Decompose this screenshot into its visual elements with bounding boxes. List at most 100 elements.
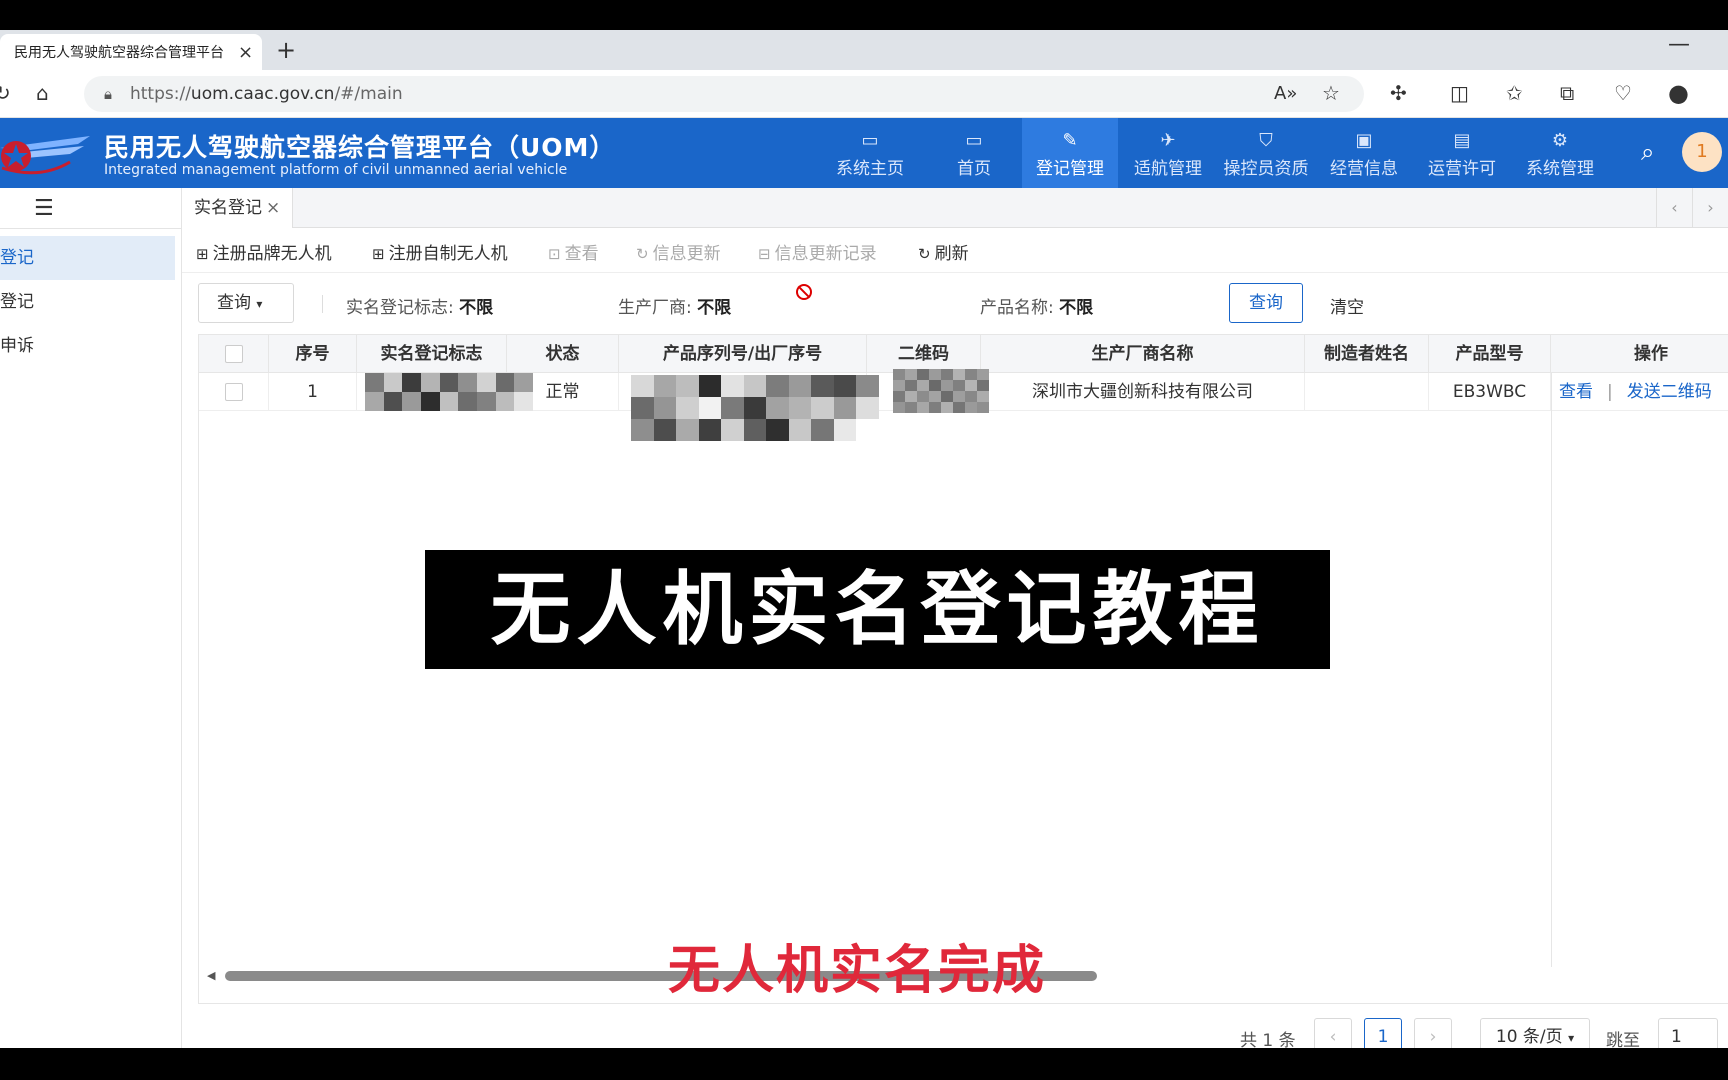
new-tab-icon[interactable]: +: [276, 36, 296, 64]
tab-real-name-registration[interactable]: 实名登记 ×: [182, 188, 294, 228]
sidebar-item-registration[interactable]: 登记: [0, 280, 175, 324]
pagination: 共 1 条 ‹ 1 › 10 条/页 ▾ 跳至 1: [182, 1012, 1728, 1048]
app-viewport: 民用无人驾驶航空器综合管理平台 × + — ↻ ⌂ 🔒︎ https://uom…: [0, 30, 1728, 1048]
scroll-left-icon[interactable]: ◀: [207, 969, 215, 982]
nav-home[interactable]: ▭ 首页: [926, 118, 1022, 188]
register-custom-drone-button[interactable]: ⊞ 注册自制无人机: [372, 239, 508, 264]
sidebar-item-appeal[interactable]: 申诉: [0, 324, 175, 368]
info-update-history-button[interactable]: ⊟ 信息更新记录: [758, 239, 877, 264]
filter-divider: [322, 295, 323, 313]
monitor-icon: ▭: [965, 130, 983, 151]
tutorial-title-banner: 无人机实名登记教程: [425, 550, 1330, 669]
action-label: 信息更新记录: [774, 244, 877, 264]
serial-number-redacted: [631, 375, 879, 441]
shield-icon: ⛉: [1259, 130, 1273, 151]
query-dropdown-label: 查询: [217, 293, 251, 313]
collections-icon[interactable]: ⧉: [1560, 81, 1574, 105]
browser-tabbar: 民用无人驾驶航空器综合管理平台 × + —: [0, 30, 1728, 70]
nav-airworthiness[interactable]: ✈ 适航管理: [1120, 118, 1216, 188]
query-dropdown[interactable]: 查询 ▾: [198, 283, 294, 323]
page-number-current[interactable]: 1: [1364, 1018, 1402, 1048]
chevron-down-icon: ▾: [1568, 1031, 1575, 1045]
close-icon[interactable]: ×: [266, 198, 280, 218]
tab-label: 实名登记: [194, 198, 262, 218]
nav-registration[interactable]: ✎ 登记管理: [1022, 118, 1118, 188]
row-view-link[interactable]: 查看: [1559, 382, 1593, 402]
manufacturer-filter[interactable]: 生产厂商: 不限: [618, 293, 731, 318]
lock-icon: 🔒︎: [104, 85, 112, 103]
view-button[interactable]: ⊡ 查看: [548, 239, 599, 264]
nav-label: 运营许可: [1428, 159, 1496, 179]
row-maker-name: [1305, 373, 1429, 411]
browser-tab[interactable]: 民用无人驾驶航空器综合管理平台 ×: [0, 34, 262, 70]
address-bar[interactable]: 🔒︎ https://uom.caac.gov.cn/#/main A» ☆: [84, 76, 1364, 112]
col-actions: 操作: [1634, 344, 1668, 364]
health-icon[interactable]: ♡: [1614, 81, 1632, 105]
left-sidebar: ☰ 登记 登记 申诉: [0, 188, 182, 1048]
menu-toggle-icon[interactable]: ☰: [34, 196, 54, 221]
favorite-star-icon[interactable]: ☆: [1322, 81, 1340, 105]
prev-page-button[interactable]: ‹: [1314, 1018, 1352, 1048]
reload-icon[interactable]: ↻: [0, 81, 11, 105]
action-label: 注册自制无人机: [388, 244, 508, 264]
action-separator: |: [1607, 382, 1613, 402]
info-update-button[interactable]: ↻ 信息更新: [636, 239, 721, 264]
action-label: 信息更新: [652, 244, 721, 264]
browser-toolbar: ↻ ⌂ 🔒︎ https://uom.caac.gov.cn/#/main A»…: [0, 70, 1728, 118]
page-size-select[interactable]: 10 条/页 ▾: [1480, 1018, 1590, 1048]
sidebar-divider: [0, 228, 182, 229]
jump-page-input[interactable]: 1: [1658, 1018, 1718, 1048]
chevron-right-icon[interactable]: ›: [1692, 188, 1728, 228]
row-status: 正常: [507, 373, 619, 411]
reg-mark-filter[interactable]: 实名登记标志: 不限: [346, 293, 493, 318]
col-reg-mark: 实名登记标志: [357, 335, 507, 373]
filter-value: 不限: [1059, 298, 1094, 318]
actions-column-divider: [1551, 373, 1552, 967]
register-brand-drone-button[interactable]: ⊞ 注册品牌无人机: [196, 239, 332, 264]
dashboard-icon: ▭: [861, 130, 879, 151]
product-name-filter[interactable]: 产品名称: 不限: [980, 293, 1093, 318]
close-icon[interactable]: ×: [238, 42, 253, 63]
filter-bar: 查询 ▾ 实名登记标志: 不限 生产厂商: 不限 产品名称: 不限 查询 清空: [182, 272, 1728, 330]
nav-operator-qualification[interactable]: ⛉ 操控员资质: [1218, 118, 1314, 188]
refresh-button[interactable]: ↻ 刷新: [918, 239, 969, 264]
nav-business-info[interactable]: ▣ 经营信息: [1316, 118, 1412, 188]
col-index: 序号: [269, 335, 357, 373]
extensions-icon[interactable]: ✣: [1390, 81, 1407, 105]
row-select-cell: [199, 373, 269, 411]
nav-system-management[interactable]: ⚙ 系统管理: [1512, 118, 1608, 188]
registration-icon: ✎: [1062, 130, 1078, 151]
table-header: 序号 实名登记标志 状态 产品序列号/出厂序号 二维码 生产厂商名称 制造者姓名…: [199, 335, 1728, 373]
read-aloud-icon[interactable]: A»: [1274, 82, 1297, 106]
nav-system-home[interactable]: ▭ 系统主页: [822, 118, 918, 188]
subtitle-caption: 无人机实名完成: [668, 941, 1047, 1001]
profile-icon[interactable]: ●: [1668, 81, 1689, 105]
sidebar-item-real-name-registration[interactable]: 登记: [0, 236, 175, 280]
chevron-left-icon[interactable]: ‹: [1656, 188, 1692, 228]
page-tabstrip: 实名登记 × ‹ ›: [182, 188, 1728, 228]
next-page-button[interactable]: ›: [1414, 1018, 1452, 1048]
action-toolbar: ⊞ 注册品牌无人机 ⊞ 注册自制无人机 ⊡ 查看 ↻ 信息更新 ⊟ 信息更新记录 ↻ 刷新: [182, 228, 1728, 272]
favorites-icon[interactable]: ✩: [1506, 81, 1523, 105]
split-screen-icon[interactable]: ◫: [1450, 81, 1469, 105]
row-send-qr-link[interactable]: 发送二维码: [1627, 382, 1712, 402]
nav-label: 首页: [957, 159, 991, 179]
col-serial-number: 产品序列号/出厂序号: [619, 335, 867, 373]
nav-operation-permit[interactable]: ▤ 运营许可: [1414, 118, 1510, 188]
clear-button[interactable]: 清空: [1330, 293, 1364, 318]
query-button[interactable]: 查询: [1229, 283, 1303, 323]
avatar[interactable]: 1: [1682, 132, 1722, 172]
minimize-icon[interactable]: —: [1668, 32, 1690, 57]
sidebar-item-label: 登记: [0, 292, 34, 312]
filter-label: 实名登记标志:: [346, 298, 454, 318]
select-all-checkbox[interactable]: [224, 345, 243, 363]
plus-square-icon: ⊞: [196, 245, 209, 263]
row-checkbox[interactable]: [224, 383, 243, 401]
search-icon[interactable]: ⌕: [1641, 138, 1654, 166]
home-icon[interactable]: ⌂: [36, 81, 49, 105]
col-manufacturer: 生产厂商名称: [981, 335, 1305, 373]
not-allowed-cursor-icon: [796, 284, 812, 300]
filter-label: 产品名称:: [980, 298, 1054, 318]
action-label: 注册品牌无人机: [212, 244, 332, 264]
browser-tab-title: 民用无人驾驶航空器综合管理平台: [14, 45, 224, 61]
